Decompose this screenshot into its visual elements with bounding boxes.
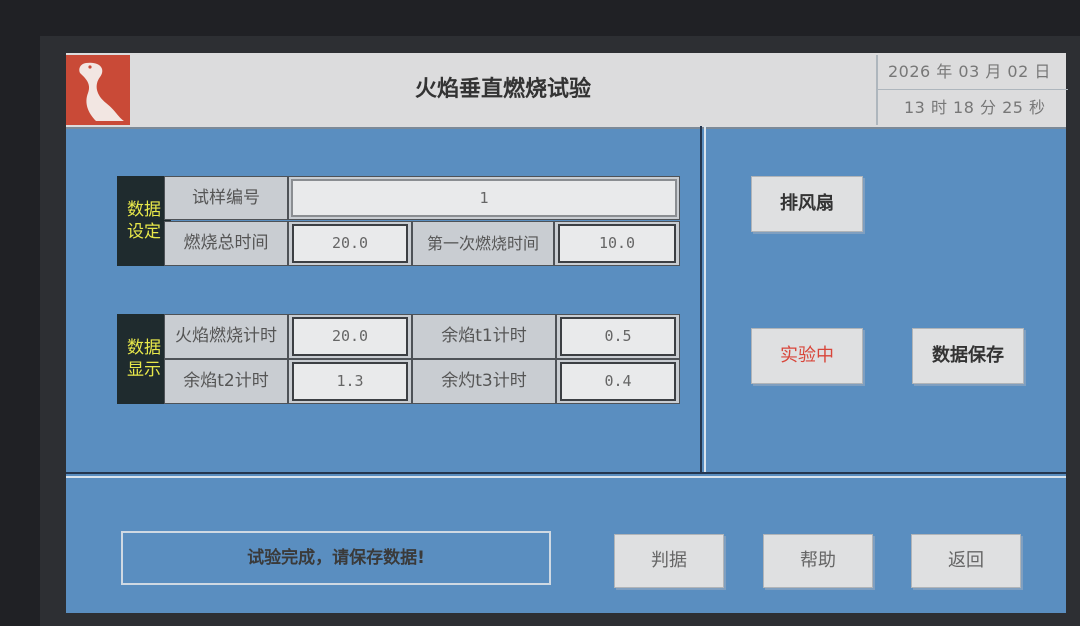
flame-burn-timer-value: 20.0 (292, 317, 408, 356)
afterflame-t2-value: 1.3 (292, 362, 408, 401)
afterglow-t3-label: 余灼t3计时 (412, 359, 556, 404)
time-display: 13 时 18 分 25 秒 (904, 98, 1046, 117)
vertical-divider-highlight (704, 126, 706, 474)
test-running-button[interactable]: 实验中 (751, 328, 863, 384)
first-burn-time-label: 第一次燃烧时间 (412, 221, 554, 266)
back-button[interactable]: 返回 (911, 534, 1021, 588)
exhaust-fan-button[interactable]: 排风扇 (751, 176, 863, 232)
criteria-button[interactable]: 判据 (614, 534, 724, 588)
datetime-divider (878, 89, 1068, 90)
total-burn-time-label: 燃烧总时间 (164, 221, 288, 266)
afterglow-t3-value: 0.4 (560, 362, 676, 401)
afterflame-t1-value: 0.5 (560, 317, 676, 356)
datetime-box: 2026 年 03 月 02 日 13 时 18 分 25 秒 (876, 55, 1068, 125)
sample-no-label: 试样编号 (164, 176, 288, 220)
date-display: 2026 年 03 月 02 日 (888, 62, 1051, 81)
page-title: 火焰垂直燃烧试验 (414, 77, 591, 102)
settings-section-label: 数据设定 (117, 176, 171, 266)
horizontal-divider (66, 472, 1066, 474)
sample-no-input[interactable]: 1 (291, 179, 677, 217)
status-message: 试验完成，请保存数据! (121, 531, 551, 585)
afterflame-t2-label: 余焰t2计时 (164, 359, 288, 404)
vertical-divider (700, 126, 702, 474)
help-button[interactable]: 帮助 (763, 534, 873, 588)
bird-logo-icon (79, 62, 124, 121)
company-logo (66, 55, 130, 125)
total-burn-time-input[interactable]: 20.0 (292, 224, 408, 263)
save-data-button[interactable]: 数据保存 (912, 328, 1024, 384)
afterflame-t1-label: 余焰t1计时 (412, 314, 556, 359)
display-section-label: 数据显示 (117, 314, 171, 404)
horizontal-divider-highlight (66, 476, 1066, 478)
first-burn-time-input[interactable]: 10.0 (558, 224, 676, 263)
flame-burn-timer-label: 火焰燃烧计时 (164, 314, 288, 359)
